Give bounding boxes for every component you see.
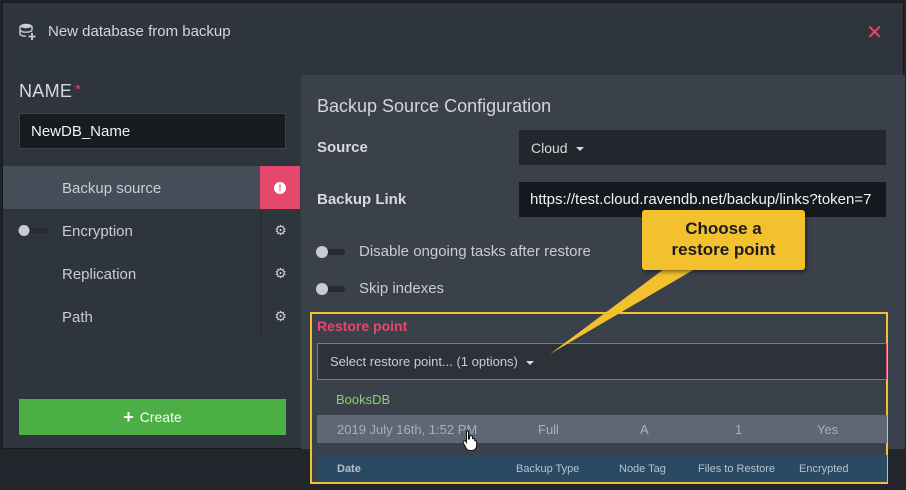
- dialog-title: New database from backup: [48, 23, 231, 40]
- disable-tasks-label: Disable ongoing tasks after restore: [359, 243, 591, 260]
- row-date: 2019 July 16th, 1:52 PM: [337, 422, 478, 437]
- settings-menu: Backup source ! Encryption ⚙ Replication…: [3, 166, 300, 338]
- menu-item-status: !: [260, 166, 300, 209]
- source-value: Cloud: [531, 140, 568, 156]
- source-label: Source: [317, 139, 368, 156]
- disable-tasks-toggle[interactable]: [315, 245, 347, 259]
- menu-item-path[interactable]: Path ⚙: [3, 295, 300, 338]
- menu-item-label: Path: [62, 309, 93, 326]
- skip-indexes-label: Skip indexes: [359, 280, 445, 297]
- menu-item-label: Replication: [62, 266, 137, 283]
- caret-down-icon: [575, 147, 584, 152]
- encryption-toggle[interactable]: [18, 225, 50, 236]
- restore-point-row[interactable]: 2019 July 16th, 1:52 PM Full A 1 Yes: [317, 415, 887, 443]
- left-panel: NAME* Backup source ! Encryption ⚙ Repli…: [3, 61, 300, 450]
- alert-icon: !: [274, 181, 286, 194]
- source-dropdown[interactable]: Cloud: [519, 130, 886, 165]
- gear-icon: ⚙: [274, 265, 287, 281]
- gear-icon: ⚙: [274, 308, 287, 324]
- database-name-input[interactable]: [19, 113, 286, 149]
- restore-group-name: BooksDB: [336, 392, 391, 407]
- header-date: Date: [337, 463, 361, 475]
- section-title: Backup Source Configuration: [317, 96, 552, 116]
- header-encrypted: Encrypted: [799, 463, 849, 475]
- callout-line-2: restore point: [671, 240, 776, 259]
- restore-point-placeholder: Select restore point... (1 options): [330, 354, 518, 369]
- restore-point-title: Restore point: [317, 318, 408, 334]
- encryption-settings[interactable]: ⚙: [260, 209, 300, 252]
- header-node-tag: Node Tag: [619, 463, 666, 475]
- backup-link-label: Backup Link: [317, 191, 407, 208]
- replication-settings[interactable]: ⚙: [260, 252, 300, 295]
- hand-cursor-icon: [462, 430, 478, 451]
- menu-item-encryption[interactable]: Encryption ⚙: [3, 209, 300, 252]
- callout-bubble: Choose a restore point: [642, 210, 805, 270]
- row-backup-type: Full: [538, 422, 559, 437]
- create-button-label: Create: [139, 409, 182, 425]
- create-button[interactable]: + Create: [19, 399, 286, 435]
- menu-item-replication[interactable]: Replication ⚙: [3, 252, 300, 295]
- restore-point-section: Restore point Select restore point... (1…: [310, 312, 888, 484]
- dialog-titlebar: New database from backup ✕: [3, 3, 903, 61]
- menu-item-label: Encryption: [62, 223, 133, 240]
- header-files: Files to Restore: [698, 463, 776, 475]
- skip-indexes-toggle[interactable]: [315, 282, 347, 296]
- row-node-tag: A: [640, 422, 649, 437]
- restore-point-dropdown[interactable]: Select restore point... (1 options): [317, 343, 887, 380]
- skip-indexes-option[interactable]: Skip indexes: [315, 280, 444, 297]
- gear-icon: ⚙: [274, 222, 287, 238]
- disable-tasks-option[interactable]: Disable ongoing tasks after restore: [315, 243, 591, 260]
- row-files: 1: [735, 422, 743, 437]
- restore-table-header: Date Backup Type Node Tag Files to Resto…: [317, 455, 887, 482]
- callout-line-1: Choose a: [685, 219, 762, 238]
- required-mark: *: [75, 81, 81, 97]
- close-icon[interactable]: ✕: [866, 20, 883, 45]
- database-plus-icon: [19, 23, 36, 40]
- name-label: NAME *: [19, 81, 81, 101]
- row-encrypted: Yes: [817, 422, 839, 437]
- caret-down-icon: [525, 360, 534, 365]
- plus-icon: +: [123, 406, 134, 427]
- menu-item-backup-source[interactable]: Backup source !: [3, 166, 300, 209]
- header-backup-type: Backup Type: [516, 463, 580, 475]
- menu-item-label: Backup source: [62, 180, 162, 197]
- path-settings[interactable]: ⚙: [260, 295, 300, 338]
